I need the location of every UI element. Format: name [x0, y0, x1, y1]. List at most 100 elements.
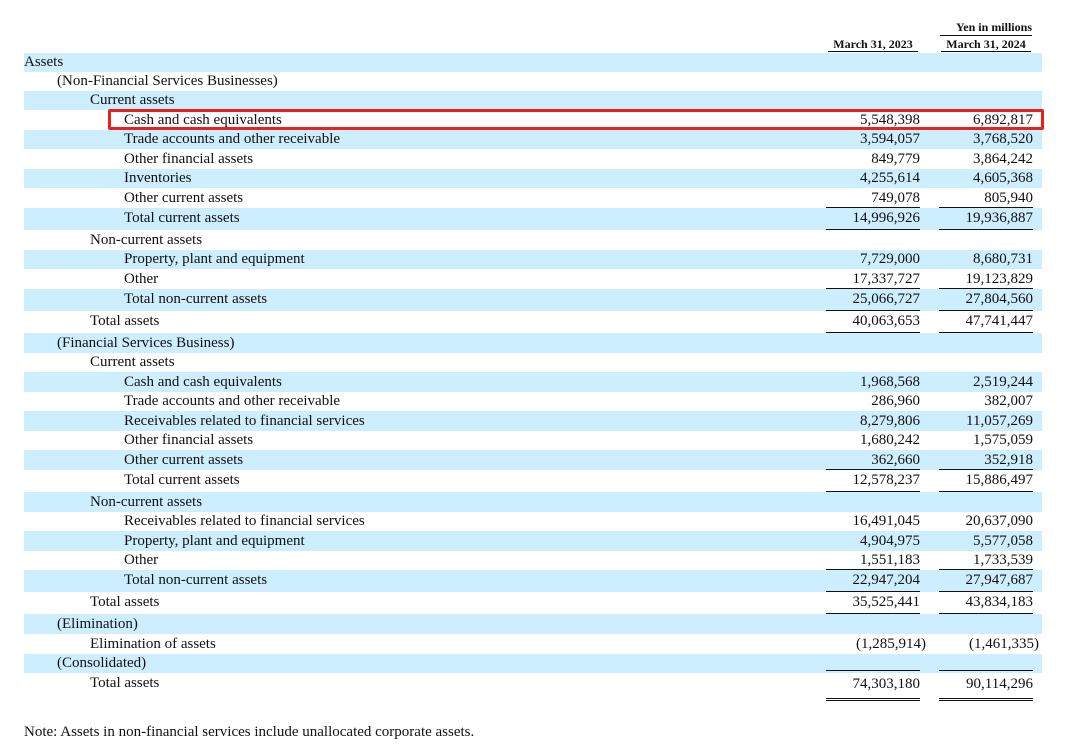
assets-table: Assets (Non-Financial Services Businesses…	[24, 53, 1042, 701]
row-label: Elimination of assets	[90, 636, 216, 652]
table-row: Non-current assets	[24, 492, 1042, 512]
row-label: Cash and cash equivalents	[124, 112, 282, 128]
row-label: Cash and cash equivalents	[124, 374, 282, 390]
row-label: Assets	[24, 54, 64, 70]
value-2023: 1,680,242	[860, 432, 920, 448]
row-label: Other	[124, 552, 159, 568]
value-2024: 19,936,887	[939, 208, 1033, 230]
value-2024: 11,057,269	[966, 413, 1033, 429]
row-label: (Financial Services Business)	[57, 335, 235, 351]
value-2023: 362,660	[826, 450, 920, 470]
unit-header: Yen in millions	[955, 20, 1032, 34]
row-label: Total current assets	[124, 210, 240, 226]
table-row: Receivables related to financial service…	[24, 512, 1042, 531]
table-row: Cash and cash equivalents 1,968,568 2,519,…	[24, 372, 1042, 392]
row-label: Inventories	[124, 170, 192, 186]
table-row: Other financial assets 1,680,242 1,575,059	[24, 431, 1042, 450]
value-2023: 4,904,975	[860, 533, 920, 549]
table-row: Receivables related to financial service…	[24, 411, 1042, 431]
table-row: Total non-current assets 22,947,204 27,947…	[24, 570, 1042, 592]
value-2023: (1,285,914)	[856, 636, 926, 652]
table-row: Current assets	[24, 353, 1042, 372]
value-2023: 17,337,727	[826, 269, 920, 289]
row-label: Total non-current assets	[124, 572, 268, 588]
value-2024: 27,947,687	[939, 570, 1033, 592]
row-label: (Elimination)	[57, 616, 138, 632]
value-2023: 3,594,057	[860, 131, 920, 147]
table-row: Elimination of assets (1,285,914) (1,461,3…	[24, 634, 1042, 654]
table-row: Trade accounts and other receivable 286,9…	[24, 392, 1042, 411]
row-label: Other current assets	[124, 452, 244, 468]
table-row: Property, plant and equipment 4,904,975 5,…	[24, 531, 1042, 551]
value-2024: 1,733,539	[939, 551, 1033, 570]
value-2024: 3,864,242	[973, 151, 1033, 167]
row-label: Receivables related to financial service…	[124, 513, 365, 529]
value-2024: 1,575,059	[973, 432, 1033, 448]
value-2024: 382,007	[984, 393, 1033, 409]
value-2024: 805,940	[939, 188, 1033, 208]
value-2024: 352,918	[939, 450, 1033, 470]
value-2023: 74,303,180	[826, 670, 920, 701]
row-label: Total assets	[90, 594, 160, 610]
value-2023: 1,968,568	[860, 374, 920, 390]
row-label: (Non-Financial Services Businesses)	[57, 73, 278, 89]
value-2024: 8,680,731	[973, 251, 1033, 267]
table-row: Total assets 35,525,441 43,834,183	[24, 592, 1042, 614]
value-2024: 2,519,244	[973, 374, 1033, 390]
value-2023: 7,729,000	[860, 251, 920, 267]
value-2023: 5,548,398	[860, 112, 920, 128]
table-row: Trade accounts and other receivable 3,594…	[24, 130, 1042, 149]
value-2023: 12,578,237	[826, 470, 920, 492]
row-label: Other financial assets	[124, 151, 254, 167]
row-label: Non-current assets	[90, 494, 203, 510]
value-2023: 8,279,806	[860, 413, 920, 429]
value-2024: 19,123,829	[939, 269, 1033, 289]
column-header-2023: March 31, 2023	[833, 37, 913, 51]
row-label: Other financial assets	[124, 432, 254, 448]
value-2024: 6,892,817	[973, 112, 1033, 128]
financial-statement-page: Yen in millions March 31, 2023 March 31,…	[0, 0, 1080, 752]
row-label: Total assets	[90, 313, 160, 329]
unit-header-rule	[940, 35, 1032, 36]
value-2024: 90,114,296	[939, 670, 1033, 701]
column-header-2024-rule	[941, 51, 1031, 52]
table-row: (Elimination)	[24, 614, 1042, 634]
row-label: Total current assets	[124, 472, 240, 488]
row-label: Current assets	[90, 354, 175, 370]
row-label: Receivables related to financial service…	[124, 413, 365, 429]
table-row: Total non-current assets 25,066,727 27,804…	[24, 289, 1042, 311]
value-2023: 16,491,045	[852, 513, 921, 529]
table-row: Non-current assets	[24, 230, 1042, 250]
value-2024: 47,741,447	[939, 311, 1033, 333]
table-row: Total current assets 12,578,237 15,886,497	[24, 470, 1042, 492]
row-label: Other current assets	[124, 190, 244, 206]
table-row: Property, plant and equipment 7,729,000 8,…	[24, 250, 1042, 269]
footnote: Note: Assets in non-financial services i…	[24, 724, 475, 740]
column-header-2024: March 31, 2024	[946, 37, 1026, 51]
row-label: Other	[124, 271, 159, 287]
value-2024: 4,605,368	[973, 170, 1033, 186]
value-2023: 35,525,441	[826, 592, 920, 614]
value-2024: 5,577,058	[973, 533, 1033, 549]
column-header-2023-rule	[828, 51, 918, 52]
table-row-highlighted: Cash and cash equivalents 5,548,398 6,892,…	[24, 110, 1042, 130]
value-2024: 27,804,560	[939, 289, 1033, 311]
table-row: Total assets 74,303,180 90,114,296	[24, 670, 1042, 701]
table-row: Other 17,337,727 19,123,829	[24, 269, 1042, 289]
value-2023: 1,551,183	[826, 551, 920, 570]
table-row: Inventories 4,255,614 4,605,368	[24, 169, 1042, 188]
value-2023: 849,779	[871, 151, 920, 167]
value-2023: 40,063,653	[826, 311, 920, 333]
value-2023: 25,066,727	[826, 289, 920, 311]
row-label: Total assets	[90, 675, 160, 691]
value-2023: 14,996,926	[826, 208, 920, 230]
value-2023: 749,078	[826, 188, 920, 208]
row-label: (Consolidated)	[57, 655, 147, 671]
value-2024: 43,834,183	[939, 592, 1033, 614]
table-row: Other current assets 362,660 352,918	[24, 450, 1042, 470]
value-2024: 20,637,090	[965, 513, 1034, 529]
table-row: Current assets	[24, 91, 1042, 110]
row-label: Current assets	[90, 92, 175, 108]
row-label: Property, plant and equipment	[124, 533, 305, 549]
table-row: Other current assets 749,078 805,940	[24, 188, 1042, 208]
